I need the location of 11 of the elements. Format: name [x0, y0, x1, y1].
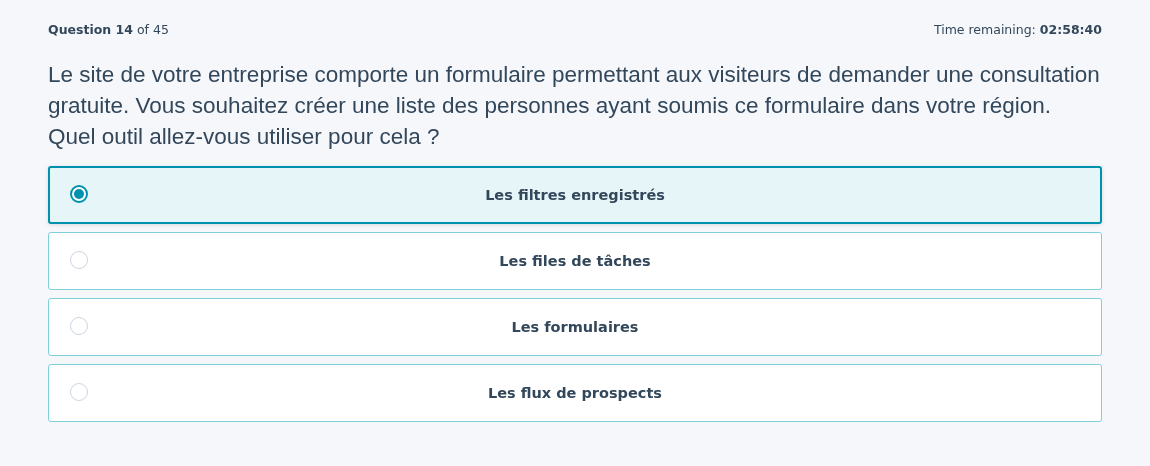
radio-icon — [70, 317, 88, 335]
question-text: Le site de votre entreprise comporte un formulaire permettant aux visiteurs de demander une consultation gratuite. Vous souhaitez créer une liste des personnes ayant soumis ce formulaire dans votre région. Quel outil allez-vous utiliser pour cela ? — [48, 61, 1101, 151]
answer-option[interactable]: Les files de tâches — [48, 232, 1102, 290]
radio-icon — [70, 185, 88, 203]
question-counter: Question 14 of 45 — [48, 22, 169, 37]
radio-icon — [70, 251, 88, 269]
answer-option[interactable]: Les flux de prospects — [48, 364, 1102, 422]
answer-option[interactable]: Les filtres enregistrés — [48, 166, 1102, 224]
radio-icon — [70, 383, 88, 401]
time-remaining: Time remaining: 02:58:40 — [933, 22, 1102, 37]
answer-option[interactable]: Les formulaires — [48, 298, 1102, 356]
